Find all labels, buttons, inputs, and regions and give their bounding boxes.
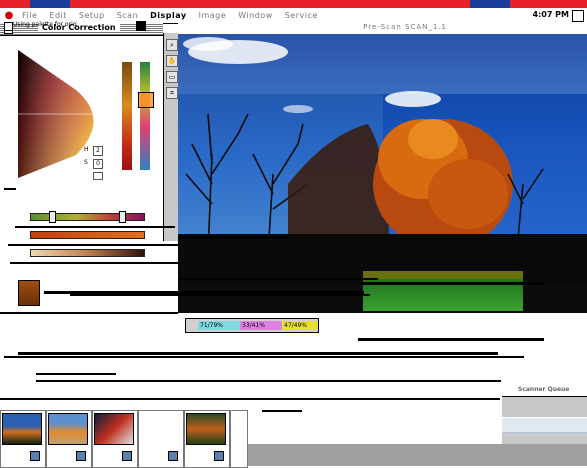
info-field-1: 71/79% <box>198 321 240 330</box>
menu-edit[interactable]: Edit <box>43 11 73 20</box>
palette-checkbox[interactable] <box>4 22 13 31</box>
balance-slider-3[interactable] <box>30 249 145 257</box>
scanline-bar <box>70 294 370 296</box>
strip-segment <box>470 0 510 8</box>
hue-slider[interactable] <box>122 62 132 170</box>
scanline-bar <box>36 373 116 375</box>
field3-input[interactable] <box>93 172 103 180</box>
scanline-bar <box>4 356 524 358</box>
scanline-bar <box>360 282 543 285</box>
thumbnail-control-icon[interactable] <box>76 451 86 461</box>
saturation-slider[interactable] <box>140 62 150 170</box>
slider-knob[interactable] <box>119 211 126 223</box>
palette-checkbox-label: Using palette for orig <box>13 21 77 28</box>
strip-segment <box>30 0 70 8</box>
top-color-strip <box>0 0 587 8</box>
balance-slider-1[interactable] <box>30 211 145 223</box>
prescan-image-window: Pre-Scan SCAN_1.1 <box>178 23 587 313</box>
queue-panel-row[interactable] <box>502 397 587 417</box>
queue-panel-row[interactable] <box>502 418 587 432</box>
scanline-bar <box>18 352 498 355</box>
thumbnail-image[interactable] <box>2 413 42 445</box>
scanline-bar <box>10 262 180 264</box>
selected-color-sample[interactable] <box>18 280 40 306</box>
field2-input[interactable]: 0 <box>93 159 103 169</box>
saturation-slider-thumb[interactable] <box>138 92 154 108</box>
menu-image[interactable]: Image <box>193 11 233 20</box>
scanline-bar <box>178 278 378 280</box>
menu-bar: ● File Edit Setup Scan Display Image Win… <box>0 8 587 24</box>
info-field-2: 33/41% <box>240 321 282 330</box>
select-tool-icon[interactable]: ▭ <box>166 71 178 83</box>
right-bare-tree <box>507 168 544 240</box>
scanline-bar <box>15 226 175 228</box>
application-menu-icon[interactable] <box>572 10 584 22</box>
menu-file[interactable]: File <box>16 11 43 20</box>
hand-tool-icon[interactable]: ✋ <box>166 55 178 67</box>
apple-menu-icon[interactable]: ● <box>2 10 16 21</box>
color-info-bar: 71/79% 33/41% 47/49% <box>185 318 319 333</box>
scanline-bar <box>36 380 501 382</box>
scanline-bar <box>0 312 178 314</box>
magnify-tool-icon[interactable]: ⌕ <box>166 39 178 51</box>
menu-service[interactable]: Service <box>279 11 324 20</box>
scanline-bar <box>262 410 302 412</box>
cloud-shape <box>283 105 313 113</box>
cloud-shape <box>385 91 441 107</box>
queue-panel-title: Scanner Queue <box>518 386 570 393</box>
image-window-title: Pre-Scan SCAN_1.1 <box>363 23 447 31</box>
current-color-swatch[interactable] <box>136 21 146 31</box>
menu-window[interactable]: Window <box>232 11 279 20</box>
field1-input[interactable]: 2 <box>93 146 103 156</box>
crop-tool-icon[interactable]: ⌗ <box>166 87 178 99</box>
menu-display[interactable]: Display <box>144 11 192 20</box>
thumbnail-control-icon[interactable] <box>168 451 178 461</box>
field1-label: H <box>84 146 89 153</box>
thumbnail-frame[interactable] <box>230 410 248 468</box>
menu-scan[interactable]: Scan <box>111 11 144 20</box>
scanline-bar <box>0 398 500 400</box>
menu-clock: 4:07 PM <box>532 10 569 19</box>
queue-panel-titlebar[interactable]: Scanner Queue <box>502 385 587 397</box>
cloud-shape <box>183 37 233 51</box>
scanline-bar <box>178 236 288 239</box>
thumbnail-image[interactable] <box>94 413 134 445</box>
thumbnail-control-icon[interactable] <box>214 451 224 461</box>
scanline-bar <box>4 188 16 190</box>
grass-strip <box>363 271 523 279</box>
scanline-bar <box>358 338 544 341</box>
field2-label: S <box>84 159 88 166</box>
thumbnail-control-icon[interactable] <box>122 451 132 461</box>
menu-setup[interactable]: Setup <box>73 11 111 20</box>
thumbnail-control-icon[interactable] <box>30 451 40 461</box>
thumbnail-image[interactable] <box>48 413 88 445</box>
thumbnail-image[interactable] <box>186 413 226 445</box>
desktop-background <box>248 444 587 466</box>
slider-knob[interactable] <box>49 211 56 223</box>
scanline-bar <box>8 244 178 246</box>
balance-slider-2[interactable] <box>30 231 145 239</box>
info-field-3: 47/49% <box>282 321 318 330</box>
